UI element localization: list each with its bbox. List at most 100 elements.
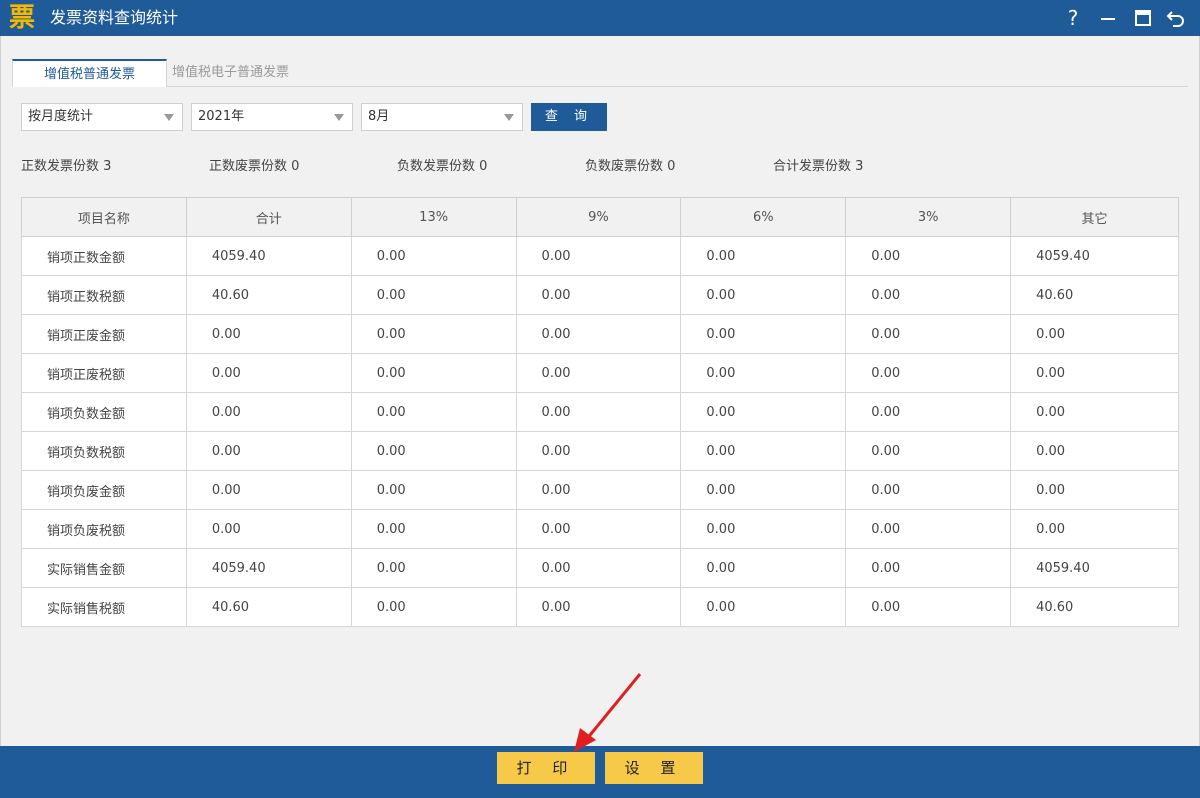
table-cell: 4059.40 <box>185 236 352 276</box>
app-logo-icon: 票 <box>6 3 38 33</box>
table-cell: 0.00 <box>1010 509 1179 549</box>
table-cell: 0.00 <box>1010 353 1179 393</box>
table-cell: 4059.40 <box>1010 548 1179 588</box>
title-bar: 票 发票资料查询统计 ? <box>0 0 1200 36</box>
settings-button[interactable]: 设 置 <box>605 752 703 784</box>
table-cell: 0.00 <box>1010 392 1179 432</box>
table-cell: 0.00 <box>185 431 352 471</box>
row-item-name: 销项负废税额 <box>21 509 187 549</box>
query-button[interactable]: 查 询 <box>531 103 607 131</box>
table-row: 销项负数金额 0.00 0.00 0.00 0.00 0.00 0.00 <box>21 392 1179 432</box>
header-rate-3: 3% <box>845 197 1012 237</box>
table-cell: 0.00 <box>350 431 517 471</box>
table-cell: 0.00 <box>845 548 1012 588</box>
table-cell: 40.60 <box>1010 587 1179 627</box>
table-cell: 0.00 <box>680 548 847 588</box>
table-cell: 0.00 <box>350 314 517 354</box>
table-cell: 0.00 <box>515 236 682 276</box>
table-cell: 0.00 <box>185 392 352 432</box>
table-cell: 0.00 <box>185 353 352 393</box>
tab-divider <box>167 86 1188 87</box>
year-select[interactable]: 2021年 <box>191 103 353 131</box>
row-item-name: 实际销售金额 <box>21 548 187 588</box>
table-row: 销项正数金额 4059.40 0.00 0.00 0.00 0.00 4059.40 <box>21 236 1179 276</box>
table-cell: 4059.40 <box>185 548 352 588</box>
stat-mode-select[interactable]: 按月度统计 <box>21 103 183 131</box>
table-cell: 0.00 <box>845 509 1012 549</box>
table-row: 销项负废金额 0.00 0.00 0.00 0.00 0.00 0.00 <box>21 470 1179 510</box>
table-cell: 0.00 <box>350 548 517 588</box>
row-item-name: 销项正数税额 <box>21 275 187 315</box>
table-cell: 40.60 <box>1010 275 1179 315</box>
table-cell: 0.00 <box>350 470 517 510</box>
table-header-row: 项目名称 合计 13% 9% 6% 3% 其它 <box>21 197 1179 237</box>
table-cell: 0.00 <box>845 392 1012 432</box>
table-cell: 0.00 <box>845 236 1012 276</box>
table-cell: 0.00 <box>680 314 847 354</box>
stat-total-invoices: 合计发票份数 3 <box>773 159 864 174</box>
stat-positive-voided: 正数废票份数 0 <box>209 159 300 174</box>
table-cell: 0.00 <box>350 587 517 627</box>
chevron-down-icon <box>334 114 344 121</box>
table-row: 销项正废金额 0.00 0.00 0.00 0.00 0.00 0.00 <box>21 314 1179 354</box>
table-cell: 0.00 <box>845 314 1012 354</box>
table-cell: 0.00 <box>350 392 517 432</box>
stat-mode-value: 按月度统计 <box>28 109 94 124</box>
row-item-name: 销项负数金额 <box>21 392 187 432</box>
header-rate-9: 9% <box>515 197 682 237</box>
table-cell: 0.00 <box>350 353 517 393</box>
table-cell: 0.00 <box>515 587 682 627</box>
print-button[interactable]: 打 印 <box>497 752 595 784</box>
help-icon[interactable]: ? <box>1060 5 1086 31</box>
stat-positive-invoices: 正数发票份数 3 <box>21 159 112 174</box>
row-item-name: 销项正废金额 <box>21 314 187 354</box>
window-title: 发票资料查询统计 <box>50 8 179 27</box>
header-rate-13: 13% <box>350 197 517 237</box>
table-cell: 0.00 <box>185 509 352 549</box>
chevron-down-icon <box>164 114 174 121</box>
row-item-name: 销项正废税额 <box>21 353 187 393</box>
table-cell: 0.00 <box>185 314 352 354</box>
month-select[interactable]: 8月 <box>361 103 523 131</box>
table-row: 实际销售税额 40.60 0.00 0.00 0.00 0.00 40.60 <box>21 587 1179 627</box>
table-cell: 0.00 <box>845 353 1012 393</box>
table-cell: 0.00 <box>185 470 352 510</box>
table-cell: 0.00 <box>350 236 517 276</box>
year-value: 2021年 <box>198 109 245 124</box>
table-cell: 0.00 <box>680 353 847 393</box>
table-cell: 4059.40 <box>1010 236 1179 276</box>
table-cell: 0.00 <box>845 431 1012 471</box>
row-item-name: 实际销售税额 <box>21 587 187 627</box>
row-item-name: 销项正数金额 <box>21 236 187 276</box>
table-cell: 0.00 <box>680 587 847 627</box>
stat-negative-invoices: 负数发票份数 0 <box>397 159 488 174</box>
table-cell: 0.00 <box>1010 314 1179 354</box>
header-total: 合计 <box>185 197 352 237</box>
table-cell: 0.00 <box>1010 470 1179 510</box>
table-cell: 0.00 <box>845 587 1012 627</box>
stat-negative-voided: 负数废票份数 0 <box>585 159 676 174</box>
table-row: 销项负废税额 0.00 0.00 0.00 0.00 0.00 0.00 <box>21 509 1179 549</box>
table-cell: 0.00 <box>515 548 682 588</box>
tab-vat-ordinary-invoice[interactable]: 增值税普通发票 <box>12 59 167 87</box>
header-other: 其它 <box>1010 197 1179 237</box>
table-cell: 0.00 <box>515 470 682 510</box>
maximize-icon[interactable] <box>1130 5 1156 31</box>
month-value: 8月 <box>368 109 390 124</box>
table-cell: 0.00 <box>680 275 847 315</box>
row-item-name: 销项负数税额 <box>21 431 187 471</box>
table-cell: 0.00 <box>515 275 682 315</box>
table-cell: 0.00 <box>350 275 517 315</box>
table-cell: 0.00 <box>515 353 682 393</box>
chevron-down-icon <box>504 114 514 121</box>
table-cell: 0.00 <box>845 470 1012 510</box>
table-row: 销项正数税额 40.60 0.00 0.00 0.00 0.00 40.60 <box>21 275 1179 315</box>
back-icon[interactable] <box>1163 5 1189 31</box>
table-row: 销项负数税额 0.00 0.00 0.00 0.00 0.00 0.00 <box>21 431 1179 471</box>
tab-vat-electronic-invoice[interactable]: 增值税电子普通发票 <box>172 59 289 87</box>
header-item-name: 项目名称 <box>21 197 187 237</box>
table-cell: 0.00 <box>515 392 682 432</box>
minimize-icon[interactable] <box>1095 5 1121 31</box>
table-cell: 40.60 <box>185 587 352 627</box>
table-cell: 0.00 <box>680 470 847 510</box>
